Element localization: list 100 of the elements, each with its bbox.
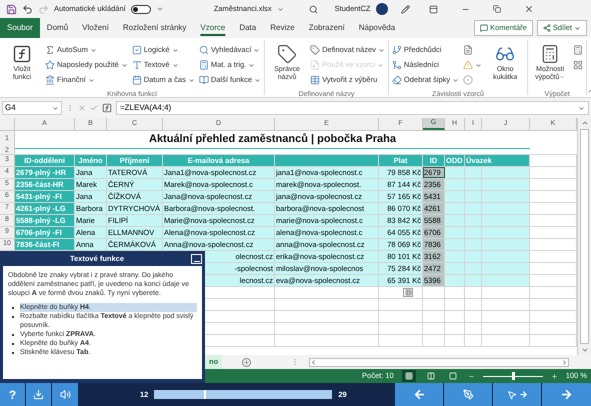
merge-icon xyxy=(392,60,402,70)
grid-icon xyxy=(404,372,413,380)
minimize-icon xyxy=(194,260,200,262)
caret-icon xyxy=(452,76,460,84)
pen-button[interactable] xyxy=(444,383,493,406)
autosave-toggle[interactable] xyxy=(130,4,151,14)
pen-icon xyxy=(462,389,474,400)
ribbon-tab[interactable]: Domů xyxy=(40,18,76,38)
close-icon[interactable] xyxy=(524,4,534,14)
book-icon xyxy=(198,75,209,85)
customize-icon[interactable] xyxy=(156,5,164,13)
caret-icon xyxy=(574,24,581,32)
document-icon xyxy=(463,45,474,55)
scroll-up-icon[interactable] xyxy=(580,119,588,127)
calculator-icon xyxy=(573,45,584,55)
tag-icon xyxy=(277,44,298,64)
document-icon xyxy=(310,60,320,70)
ribbon-icon-button[interactable] xyxy=(573,58,584,72)
caret-icon xyxy=(559,74,566,80)
formula-field[interactable]: =ZLEVA(A4;4) xyxy=(116,101,589,115)
click-next-button[interactable] xyxy=(493,383,542,406)
text-icon xyxy=(132,60,142,70)
eraser-icon xyxy=(392,75,402,85)
function-icon xyxy=(12,44,32,64)
arrow-right-icon xyxy=(560,388,573,401)
scroll-down-icon[interactable] xyxy=(580,346,588,354)
minimize-button[interactable] xyxy=(191,254,202,264)
pen-icon[interactable] xyxy=(400,4,410,14)
expand-icon xyxy=(578,104,585,112)
grid-icon xyxy=(573,60,584,70)
caret-icon xyxy=(120,62,128,68)
share-icon xyxy=(542,24,551,32)
tag-icon xyxy=(310,45,320,55)
ribbon-tab[interactable]: Vložení xyxy=(75,18,116,38)
undo-icon[interactable] xyxy=(22,4,33,14)
add-sheet-icon[interactable] xyxy=(242,358,252,366)
download-button[interactable] xyxy=(26,383,52,406)
comment-icon xyxy=(480,24,488,32)
caret-icon xyxy=(88,76,95,84)
formula-text: =ZLEVA(A4;4) xyxy=(120,102,172,114)
zoom-slider[interactable] xyxy=(482,372,543,380)
speaker-icon xyxy=(60,389,70,400)
table-icon xyxy=(310,75,320,85)
arrow-right-icon xyxy=(518,390,528,399)
caret-icon xyxy=(248,62,256,68)
pointer-icon xyxy=(506,390,516,400)
branch-icon xyxy=(392,45,402,55)
ribbon-tab[interactable]: Data xyxy=(232,18,264,38)
ribbon-tab[interactable]: Zobrazení xyxy=(302,18,352,38)
vertical-scrollbar[interactable] xyxy=(577,118,591,355)
cell-reference: G4 xyxy=(5,102,16,114)
checkbox-icon xyxy=(132,45,142,55)
caret-icon xyxy=(254,76,262,84)
ribbon-tab[interactable]: Nápověda xyxy=(352,18,402,38)
avatar[interactable] xyxy=(376,3,388,15)
page-break-icon xyxy=(448,372,457,380)
download-icon xyxy=(33,389,44,400)
insert-function-icon[interactable] xyxy=(102,103,112,113)
slider-thumb[interactable] xyxy=(512,372,515,380)
calculator-icon xyxy=(198,60,209,70)
caret-icon xyxy=(188,76,195,84)
caret-icon xyxy=(172,62,179,68)
caret-icon xyxy=(90,46,97,54)
calendar-icon xyxy=(132,75,142,85)
view-button[interactable] xyxy=(402,370,416,382)
caret-icon xyxy=(378,46,385,54)
sigma-icon xyxy=(45,45,55,55)
back-button[interactable] xyxy=(395,383,444,406)
scroll-thumb[interactable] xyxy=(580,129,589,344)
caret-icon xyxy=(475,62,482,68)
warning-icon xyxy=(463,60,474,70)
grid-icon xyxy=(404,289,412,296)
ribbon-tab[interactable]: Soubor xyxy=(0,18,40,38)
ribbon-tab[interactable]: Rozložení stránky xyxy=(116,18,194,38)
page-icon xyxy=(426,372,435,380)
calculator-icon xyxy=(540,44,560,64)
ribbon-icon-button[interactable] xyxy=(573,43,584,57)
sheet-title: Aktuální přehled zaměstnanců | pobočka Praha xyxy=(149,132,396,147)
scroll-left-icon[interactable] xyxy=(310,358,318,366)
scroll-right-icon[interactable] xyxy=(561,358,568,366)
ribbon-tab[interactable]: Revize xyxy=(263,18,302,38)
name-box[interactable]: G4 xyxy=(2,101,62,115)
search-icon xyxy=(198,45,209,55)
flash-fill-button[interactable] xyxy=(403,288,413,297)
save-icon[interactable] xyxy=(6,4,17,14)
star-icon xyxy=(45,60,55,70)
restore-icon[interactable] xyxy=(492,5,501,13)
circle-icon xyxy=(463,75,474,85)
layout-icon[interactable] xyxy=(428,4,438,14)
arrow-left-icon xyxy=(412,388,426,401)
caret-icon xyxy=(253,46,260,54)
ribbon-tab[interactable]: Vzorce xyxy=(193,18,232,38)
caret-icon[interactable] xyxy=(276,6,284,12)
caret-icon xyxy=(172,46,179,54)
horizontal-scrollbar[interactable] xyxy=(309,358,570,366)
bank-icon xyxy=(45,75,55,85)
search-icon[interactable] xyxy=(308,4,318,14)
caret-icon xyxy=(52,104,59,112)
caret-icon xyxy=(377,62,384,68)
zoom-in-icon[interactable] xyxy=(550,372,558,380)
